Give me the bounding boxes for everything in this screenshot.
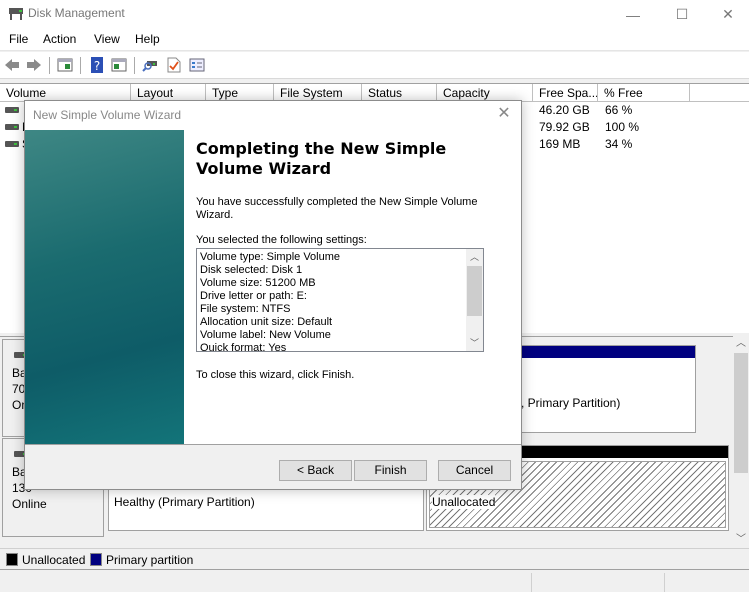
action-pane-icon[interactable] <box>111 57 127 73</box>
scroll-up-icon[interactable]: ︿ <box>466 249 483 265</box>
new-simple-volume-wizard: New Simple Volume Wizard ✕ Completing th… <box>24 100 522 490</box>
toolbar-separator <box>134 57 135 74</box>
free-space-value: 169 MB <box>539 137 581 151</box>
wizard-title: New Simple Volume Wizard <box>33 108 182 122</box>
cancel-button[interactable]: Cancel <box>438 460 511 481</box>
wizard-close-instructions: To close this wizard, click Finish. <box>196 369 355 381</box>
minimize-button[interactable]: — <box>610 0 656 29</box>
wizard-success-text: You have successfully completed the New … <box>196 196 478 221</box>
forward-arrow-icon[interactable] <box>26 57 42 73</box>
partition-status: Healthy (Primary Partition) <box>114 495 255 509</box>
settings-summary-box[interactable]: Volume type: Simple Volume Disk selected… <box>196 248 484 352</box>
scroll-down-icon[interactable]: ﹀ <box>466 335 483 351</box>
connect-disk-icon[interactable] <box>142 57 158 73</box>
setting-line: File system: NTFS <box>200 303 291 315</box>
disk-status: Online <box>12 497 47 511</box>
percent-free-value: 100 % <box>605 120 640 134</box>
wizard-heading: Completing the New Simple Volume Wizard <box>196 139 447 178</box>
drive-icon <box>5 124 19 130</box>
setting-line: Volume type: Simple Volume <box>200 251 341 263</box>
maximize-icon: ☐ <box>675 6 689 22</box>
partition-status: , Primary Partition) <box>521 396 621 410</box>
drive-icon <box>5 141 19 147</box>
back-arrow-icon[interactable] <box>4 57 20 73</box>
setting-line: Quick format: Yes <box>200 342 287 352</box>
close-icon: ✕ <box>497 105 511 122</box>
status-divider <box>664 573 665 592</box>
finish-button[interactable]: Finish <box>354 460 427 481</box>
status-divider <box>531 573 532 592</box>
setting-line: Drive letter or path: E: <box>200 290 307 302</box>
help-icon[interactable]: ? <box>89 57 105 73</box>
unallocated-label: Unallocated <box>432 495 496 509</box>
toolbar-separator <box>80 57 81 74</box>
toolbar: ? <box>0 52 749 79</box>
column-header-percent-free[interactable]: % Free <box>598 84 690 102</box>
console-tree-icon[interactable] <box>57 57 73 73</box>
menu-help[interactable]: Help <box>135 32 160 46</box>
minimize-icon: — <box>626 6 640 23</box>
toolbar-separator <box>49 57 50 74</box>
scrollbar-thumb[interactable] <box>467 266 482 316</box>
setting-line: Volume size: 51200 MB <box>200 277 316 289</box>
setting-line: Disk selected: Disk 1 <box>200 264 303 276</box>
status-bar <box>0 571 749 592</box>
legend-swatch-unallocated <box>6 553 18 566</box>
menu-view[interactable]: View <box>94 32 120 46</box>
legend-label-unallocated: Unallocated <box>22 553 86 567</box>
legend-swatch-primary <box>90 553 102 566</box>
setting-line: Allocation unit size: Default <box>200 316 333 328</box>
column-header-free-space[interactable]: Free Spa... <box>533 84 598 102</box>
svg-text:?: ? <box>94 59 100 73</box>
settings-scrollbar[interactable]: ︿ ﹀ <box>466 249 483 351</box>
free-space-value: 46.20 GB <box>539 103 590 117</box>
legend-label-primary: Primary partition <box>106 553 194 567</box>
check-document-icon[interactable] <box>166 57 182 73</box>
close-button[interactable]: ✕ <box>705 0 749 29</box>
properties-list-icon[interactable] <box>189 57 205 73</box>
window-title: Disk Management <box>28 6 125 20</box>
menu-bar: File Action View Help <box>0 29 749 51</box>
menu-file[interactable]: File <box>9 32 28 46</box>
free-space-value: 79.92 GB <box>539 120 590 134</box>
percent-free-value: 66 % <box>605 103 633 117</box>
scroll-down-icon[interactable]: ﹀ <box>733 532 749 548</box>
legend: Unallocated Primary partition <box>0 548 749 570</box>
menu-action[interactable]: Action <box>43 32 76 46</box>
title-bar: Disk Management — ☐ ✕ <box>0 0 749 29</box>
wizard-settings-intro: You selected the following settings: <box>196 234 367 246</box>
wizard-side-banner <box>25 130 184 444</box>
wizard-close-button[interactable]: ✕ <box>493 104 515 124</box>
maximize-button[interactable]: ☐ <box>659 0 705 29</box>
drive-icon <box>5 107 19 113</box>
percent-free-value: 34 % <box>605 137 633 151</box>
scroll-up-icon[interactable]: ︿ <box>733 336 749 352</box>
close-icon: ✕ <box>722 6 734 22</box>
disk-map-scrollbar[interactable]: ︿ ﹀ <box>733 336 749 548</box>
column-header-empty <box>690 84 749 102</box>
disk-management-icon <box>9 8 23 20</box>
back-button[interactable]: < Back <box>279 460 352 481</box>
setting-line: Volume label: New Volume <box>200 329 331 341</box>
scrollbar-thumb[interactable] <box>734 353 748 473</box>
wizard-footer: < Back Finish Cancel <box>25 444 521 489</box>
